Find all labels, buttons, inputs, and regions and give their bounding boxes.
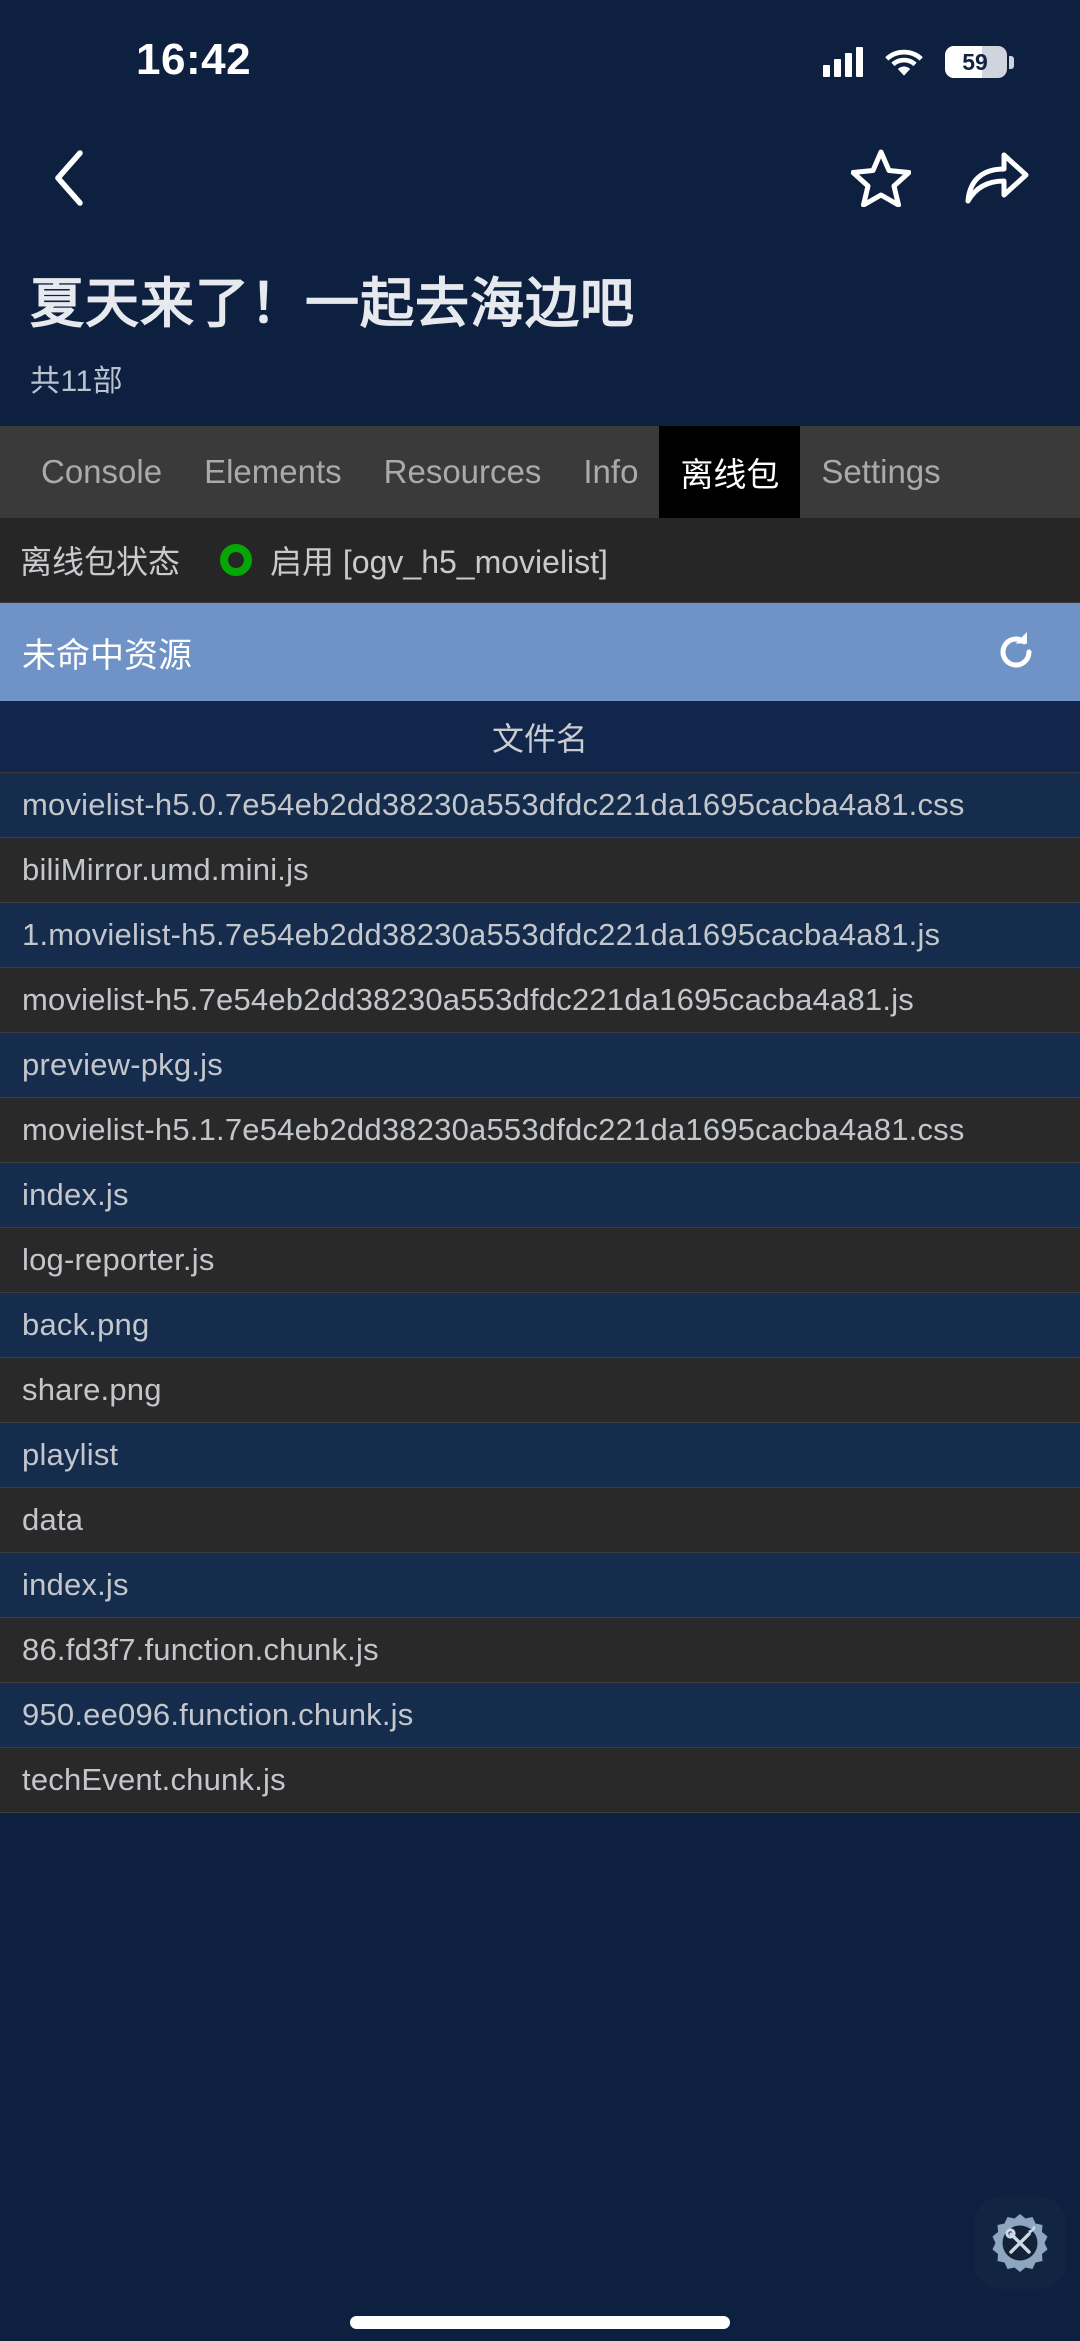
file-name-cell: 1.movielist-h5.7e54eb2dd38230a553dfdc221…: [22, 917, 941, 953]
table-row[interactable]: data: [0, 1488, 1080, 1554]
table-row[interactable]: share.png: [0, 1358, 1080, 1424]
tab-settings[interactable]: Settings: [800, 426, 961, 518]
table-row[interactable]: log-reporter.js: [0, 1228, 1080, 1294]
battery-indicator: 59: [945, 46, 1014, 78]
table-row[interactable]: movielist-h5.1.7e54eb2dd38230a553dfdc221…: [0, 1098, 1080, 1164]
phone-screen: 16:42 59 夏天来了！一起去海边吧 共11部 Console Elemen…: [0, 0, 1080, 2341]
file-name-cell: preview-pkg.js: [22, 1047, 223, 1083]
table-column-header: 文件名: [0, 701, 1080, 774]
file-name-cell: biliMirror.umd.mini.js: [22, 852, 309, 888]
wifi-icon: [885, 47, 923, 77]
missed-resources-section-header: 未命中资源: [0, 603, 1080, 702]
favorite-button[interactable]: [848, 145, 914, 211]
file-name-cell: movielist-h5.0.7e54eb2dd38230a553dfdc221…: [22, 787, 965, 823]
table-row[interactable]: 950.ee096.function.chunk.js: [0, 1683, 1080, 1749]
devtools-gear-tools-icon: [992, 2214, 1048, 2272]
table-row[interactable]: index.js: [0, 1163, 1080, 1229]
refresh-icon: [1000, 632, 1032, 668]
green-circle-status-icon: [220, 544, 253, 577]
file-name-cell: 950.ee096.function.chunk.js: [22, 1697, 414, 1733]
refresh-button[interactable]: [994, 630, 1038, 674]
file-name-cell: data: [22, 1502, 84, 1538]
app-navigation-bar: [0, 120, 1080, 235]
share-arrow-icon: [965, 152, 1029, 203]
back-chevron-icon: [55, 149, 83, 206]
table-row[interactable]: techEvent.chunk.js: [0, 1748, 1080, 1814]
file-name-cell: 86.fd3f7.function.chunk.js: [22, 1632, 379, 1668]
back-button[interactable]: [36, 145, 102, 211]
table-row[interactable]: playlist: [0, 1423, 1080, 1489]
status-bar-indicators: 59: [823, 46, 1014, 78]
tab-elements[interactable]: Elements: [183, 426, 363, 518]
table-row[interactable]: preview-pkg.js: [0, 1033, 1080, 1099]
page-subtitle: 共11部: [30, 365, 124, 399]
tab-console[interactable]: Console: [20, 426, 183, 518]
file-name-cell: movielist-h5.7e54eb2dd38230a553dfdc221da…: [22, 982, 914, 1018]
table-row[interactable]: index.js: [0, 1553, 1080, 1619]
star-icon: [851, 149, 911, 207]
tab-offline-package[interactable]: 离线包: [659, 426, 801, 519]
share-button[interactable]: [964, 145, 1030, 211]
table-row[interactable]: movielist-h5.0.7e54eb2dd38230a553dfdc221…: [0, 773, 1080, 839]
offline-package-status-value: 启用 [ogv_h5_movielist]: [270, 544, 608, 581]
missed-resources-file-list[interactable]: movielist-h5.0.7e54eb2dd38230a553dfdc221…: [0, 773, 1080, 1814]
offline-package-status-row: 离线包状态 启用 [ogv_h5_movielist]: [0, 518, 1080, 604]
file-name-cell: share.png: [22, 1372, 162, 1408]
file-name-cell: playlist: [22, 1437, 119, 1473]
system-status-bar: 16:42 59: [0, 0, 1080, 120]
file-name-cell: movielist-h5.1.7e54eb2dd38230a553dfdc221…: [22, 1112, 965, 1148]
table-row[interactable]: movielist-h5.7e54eb2dd38230a553dfdc221da…: [0, 968, 1080, 1034]
status-bar-clock: 16:42: [136, 35, 252, 84]
table-row[interactable]: biliMirror.umd.mini.js: [0, 838, 1080, 904]
devtools-floating-button[interactable]: [974, 2197, 1066, 2289]
home-indicator: [350, 2316, 730, 2329]
column-header-filename: 文件名: [491, 720, 588, 757]
file-name-cell: log-reporter.js: [22, 1242, 215, 1278]
table-row[interactable]: 86.fd3f7.function.chunk.js: [0, 1618, 1080, 1684]
page-header: 夏天来了！一起去海边吧 共11部: [0, 235, 1080, 400]
tab-info[interactable]: Info: [562, 426, 659, 518]
file-name-cell: techEvent.chunk.js: [22, 1762, 286, 1798]
missed-resources-title: 未命中资源: [22, 636, 192, 675]
table-row[interactable]: back.png: [0, 1293, 1080, 1359]
battery-percent-label: 59: [962, 48, 988, 75]
table-row[interactable]: 1.movielist-h5.7e54eb2dd38230a553dfdc221…: [0, 903, 1080, 969]
page-title: 夏天来了！一起去海边吧: [30, 274, 635, 334]
offline-package-status-label: 离线包状态: [20, 544, 181, 581]
file-name-cell: index.js: [22, 1567, 129, 1603]
app-nav-actions: [848, 145, 1030, 211]
devtools-tab-bar: Console Elements Resources Info 离线包 Sett…: [0, 426, 1080, 519]
tab-resources[interactable]: Resources: [363, 426, 563, 518]
battery-icon: 59: [945, 46, 1007, 78]
file-name-cell: index.js: [22, 1177, 129, 1213]
cellular-signal-icon: [823, 47, 863, 77]
file-name-cell: back.png: [22, 1307, 150, 1343]
battery-cap: [1009, 55, 1014, 69]
